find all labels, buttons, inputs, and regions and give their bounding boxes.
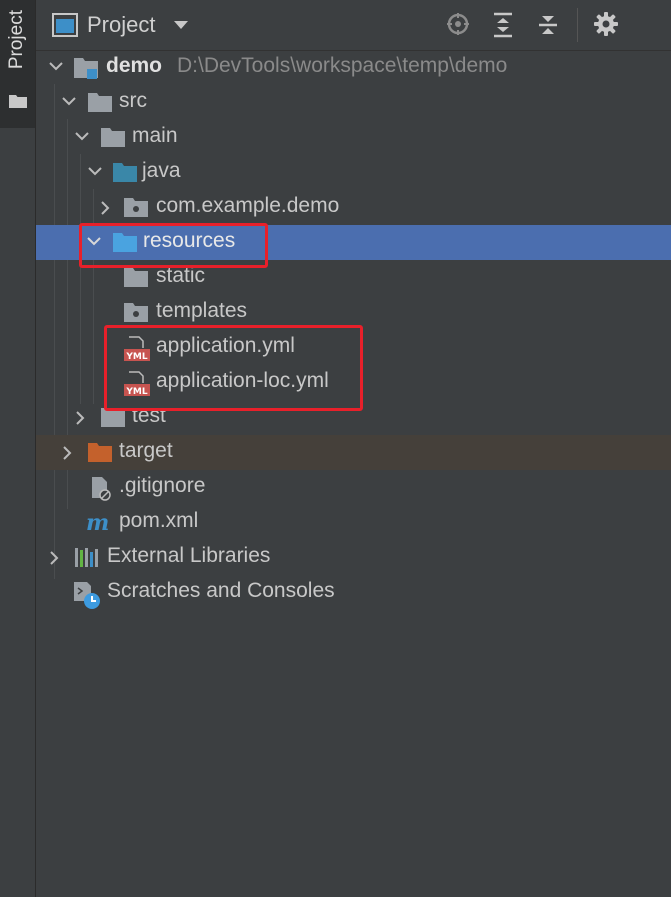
chevron-down-icon[interactable] bbox=[173, 20, 189, 30]
annotation-box-resources bbox=[79, 223, 268, 268]
ignore-file-icon bbox=[92, 477, 111, 501]
tree-row-scratches[interactable]: Scratches and Consoles bbox=[36, 575, 671, 610]
folder-icon bbox=[9, 95, 27, 108]
folder-icon bbox=[124, 268, 148, 287]
tree-row-main[interactable]: main bbox=[36, 120, 671, 155]
scratches-icon bbox=[74, 582, 100, 609]
tree-row-java[interactable]: java bbox=[36, 155, 671, 190]
tree-label-target: target bbox=[119, 439, 173, 462]
maven-icon: m bbox=[86, 514, 109, 532]
tree-label-java: java bbox=[142, 159, 181, 182]
tree-row-package[interactable]: com.example.demo bbox=[36, 190, 671, 225]
source-folder-icon bbox=[113, 163, 137, 182]
tree-row-external-libraries[interactable]: External Libraries bbox=[36, 540, 671, 575]
tool-window-strip: Project bbox=[0, 0, 36, 897]
tree-row-pom[interactable]: m pom.xml bbox=[36, 505, 671, 540]
gear-icon[interactable] bbox=[594, 12, 618, 36]
project-tool-tab-label: Project bbox=[6, 10, 27, 70]
tree-label-package: com.example.demo bbox=[156, 194, 340, 217]
locate-icon[interactable] bbox=[446, 12, 470, 36]
svg-text:m: m bbox=[86, 514, 109, 532]
tree-label-scratches: Scratches and Consoles bbox=[107, 579, 335, 602]
module-folder-icon bbox=[74, 58, 98, 79]
tree-label-gitignore: .gitignore bbox=[119, 474, 206, 497]
collapse-all-icon[interactable] bbox=[537, 12, 559, 38]
chevron-down-icon[interactable] bbox=[74, 130, 90, 142]
header-separator bbox=[577, 8, 578, 42]
folder-icon bbox=[88, 93, 112, 112]
folder-icon bbox=[101, 128, 125, 147]
expand-all-icon[interactable] bbox=[492, 12, 514, 38]
annotation-box-yml-files bbox=[104, 325, 363, 411]
project-tool-tab[interactable]: Project bbox=[0, 0, 35, 128]
chevron-right-icon[interactable] bbox=[74, 410, 86, 426]
project-path: D:\DevTools\workspace\temp\demo bbox=[177, 54, 508, 77]
libraries-icon bbox=[75, 548, 98, 567]
project-name: demo bbox=[106, 54, 163, 77]
chevron-right-icon[interactable] bbox=[61, 445, 73, 461]
tree-label-templates: templates bbox=[156, 299, 248, 322]
tree-label-main: main bbox=[132, 124, 178, 147]
tree-row-target[interactable]: target bbox=[36, 435, 671, 470]
project-window-icon bbox=[52, 13, 78, 37]
chevron-down-icon[interactable] bbox=[87, 165, 103, 177]
chevron-down-icon[interactable] bbox=[61, 95, 77, 107]
tree-label-pom: pom.xml bbox=[119, 509, 199, 532]
tree-label-src: src bbox=[119, 89, 147, 112]
tree-label-external-libraries: External Libraries bbox=[107, 544, 271, 567]
chevron-right-icon[interactable] bbox=[48, 550, 60, 566]
package-icon bbox=[124, 303, 148, 322]
tree-row-demo[interactable]: demo D:\DevTools\workspace\temp\demo bbox=[36, 50, 671, 85]
panel-title[interactable]: Project bbox=[87, 12, 155, 38]
chevron-right-icon[interactable] bbox=[99, 200, 111, 216]
package-icon bbox=[124, 198, 148, 217]
project-panel-header: Project bbox=[36, 0, 671, 51]
chevron-down-icon[interactable] bbox=[48, 60, 64, 72]
excluded-folder-icon bbox=[88, 443, 112, 462]
tree-row-src[interactable]: src bbox=[36, 85, 671, 120]
tree-row-gitignore[interactable]: .gitignore bbox=[36, 470, 671, 505]
